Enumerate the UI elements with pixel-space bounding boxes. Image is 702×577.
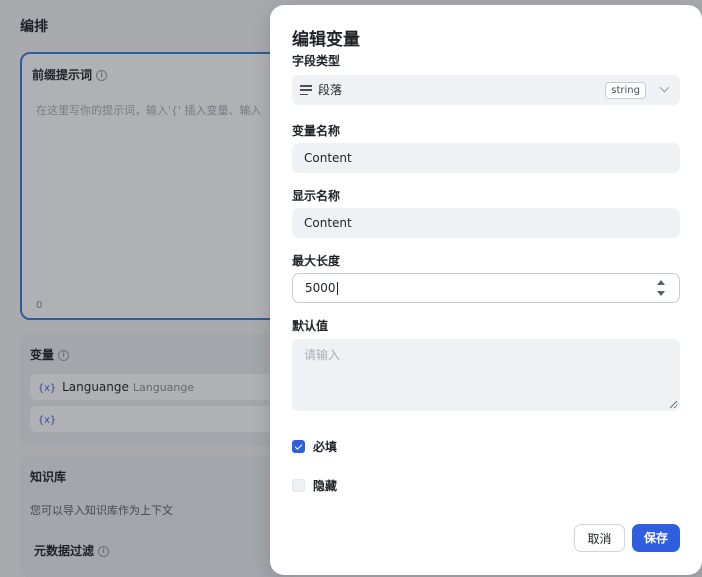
edit-variable-modal: 编辑变量 字段类型 段落 string 变量名称 Content 显示名称 Co… [270, 5, 702, 575]
required-label: 必填 [313, 440, 338, 454]
type-badge: string [605, 82, 646, 99]
resize-handle-icon[interactable] [670, 401, 677, 408]
cancel-button[interactable]: 取消 [574, 524, 625, 552]
chevron-down-icon [659, 82, 670, 93]
stepper-up-icon[interactable] [657, 280, 665, 285]
variable-name-label: 变量名称 [292, 124, 341, 138]
display-name-label: 显示名称 [292, 189, 341, 203]
hidden-checkbox-row[interactable]: 隐藏 [292, 477, 337, 494]
hidden-checkbox[interactable] [292, 479, 305, 492]
max-length-value: 5000 [305, 281, 336, 295]
required-checkbox-row[interactable]: 必填 [292, 438, 337, 455]
max-length-input[interactable]: 5000 [292, 273, 680, 303]
number-stepper[interactable] [657, 280, 665, 296]
field-type-select[interactable]: 段落 string [292, 75, 680, 105]
text-caret [336, 282, 338, 295]
default-value-placeholder: 请输入 [304, 348, 341, 362]
default-value-label: 默认值 [292, 319, 329, 333]
max-length-label: 最大长度 [292, 254, 341, 268]
stepper-down-icon[interactable] [657, 291, 665, 296]
save-button[interactable]: 保存 [632, 524, 680, 552]
variable-name-input[interactable]: Content [292, 143, 680, 173]
paragraph-icon [300, 85, 312, 95]
check-icon [294, 441, 303, 450]
display-name-input[interactable]: Content [292, 208, 680, 238]
default-value-textarea[interactable]: 请输入 [292, 339, 680, 411]
hidden-label: 隐藏 [313, 479, 338, 493]
required-checkbox[interactable] [292, 440, 305, 453]
modal-title: 编辑变量 [292, 30, 360, 50]
field-type-value: 段落 [318, 83, 343, 97]
field-type-label: 字段类型 [292, 54, 341, 68]
